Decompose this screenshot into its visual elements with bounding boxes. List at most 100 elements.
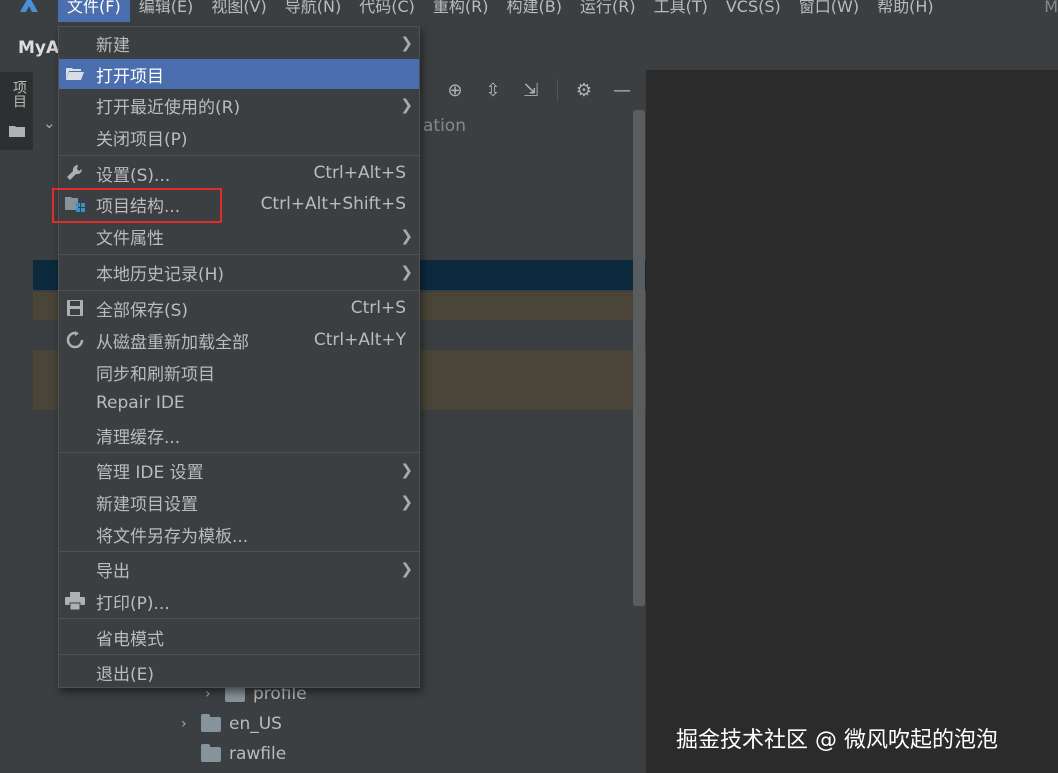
locate-icon[interactable]: ⊕ (443, 78, 467, 102)
menu-item-label: 从磁盘重新加载全部 (96, 332, 249, 353)
menu-item-shortcut: Ctrl+Alt+Shift+S (260, 194, 406, 214)
menu-bar: 文件(F) 编辑(E) 视图(V) 导航(N) 代码(C) 重构(R) 构建(B… (0, 0, 1058, 22)
menu-item-shortcut: Ctrl+Alt+Y (313, 330, 406, 350)
menu-item-label: 打开项目 (96, 66, 164, 87)
menu-separator (59, 155, 419, 156)
window-title: M (1044, 0, 1058, 16)
tree-item-label: rawfile (229, 744, 287, 764)
chevron-right-icon: ❯ (400, 96, 413, 114)
chevron-right-icon: ❯ (400, 461, 413, 479)
menu-item-file-properties[interactable]: 文件属性 ❯ (59, 221, 419, 251)
folder-open-icon (65, 65, 85, 83)
left-tool-strip: 项目 (0, 70, 34, 773)
menu-separator (59, 290, 419, 291)
editor-area[interactable] (646, 70, 1058, 773)
menu-item-label: 清理缓存... (96, 427, 181, 448)
menu-separator (59, 452, 419, 453)
menu-item-local-history[interactable]: 本地历史记录(H) ❯ (59, 257, 419, 287)
menu-item-save-as-template[interactable]: 将文件另存为模板... (59, 519, 419, 549)
menu-separator (59, 551, 419, 552)
menu-separator (59, 618, 419, 619)
menu-item-save-all[interactable]: 全部保存(S) Ctrl+S (59, 293, 419, 323)
watermark: 掘金技术社区 @ 微风吹起的泡泡 (676, 728, 998, 753)
menu-window[interactable]: 窗口(W) (790, 0, 868, 22)
collapse-all-icon[interactable]: ⇲ (519, 78, 543, 102)
menu-edit[interactable]: 编辑(E) (130, 0, 203, 22)
chevron-right-icon: ❯ (400, 493, 413, 511)
menu-refactor[interactable]: 重构(R) (424, 0, 498, 22)
save-icon (65, 299, 85, 317)
menu-item-label: 同步和刷新项目 (96, 364, 215, 385)
file-menu-dropdown: 新建 ❯ 打开项目 打开最近使用的(R) ❯ 关闭项目(P) 设置(S)... … (58, 26, 420, 688)
chevron-right-icon: ❯ (400, 560, 413, 578)
panel-header-actions: ⊕ ⇳ ⇲ ⚙ — (443, 78, 634, 102)
menu-item-new-project-settings[interactable]: 新建项目设置 ❯ (59, 487, 419, 517)
gear-icon[interactable]: ⚙ (572, 78, 596, 102)
menu-item-label: 新建 (96, 35, 130, 56)
menu-vcs[interactable]: VCS(S) (717, 0, 790, 22)
menu-build[interactable]: 构建(B) (498, 0, 571, 22)
menu-item-sync-refresh[interactable]: 同步和刷新项目 (59, 357, 419, 387)
app-logo-icon (0, 0, 58, 22)
menu-item-exit[interactable]: 退出(E) (59, 657, 419, 687)
menu-item-invalidate-caches[interactable]: 清理缓存... (59, 420, 419, 450)
menu-item-label: Repair IDE (96, 393, 185, 413)
divider (557, 79, 558, 101)
chevron-down-icon[interactable]: ⌄ (43, 114, 56, 132)
vertical-scrollbar[interactable] (633, 110, 645, 606)
menu-item-power-save-mode[interactable]: 省电模式 (59, 622, 419, 652)
folder-icon (201, 743, 221, 762)
menu-item-label: 退出(E) (96, 664, 155, 685)
project-tool-tab-label: 项目 (11, 80, 27, 108)
menu-item-label: 省电模式 (96, 629, 164, 650)
reload-icon (65, 331, 85, 349)
chevron-right-icon: ❯ (400, 263, 413, 281)
menu-item-label: 文件属性 (96, 228, 164, 249)
menu-item-export[interactable]: 导出 ❯ (59, 554, 419, 584)
menu-item-close-project[interactable]: 关闭项目(P) (59, 122, 419, 152)
menu-item-label: 将文件另存为模板... (96, 526, 249, 547)
project-tool-tab[interactable]: 项目 (0, 72, 33, 150)
menu-item-label: 全部保存(S) (96, 300, 189, 321)
menu-item-repair-ide[interactable]: Repair IDE (59, 388, 419, 418)
menu-item-open-project[interactable]: 打开项目 (59, 59, 419, 89)
folder-icon (9, 126, 25, 137)
menu-navigate[interactable]: 导航(N) (276, 0, 350, 22)
annotation-highlight-box (52, 188, 222, 223)
menu-item-label: 导出 (96, 561, 130, 582)
wrench-icon (65, 164, 85, 182)
menu-view[interactable]: 视图(V) (202, 0, 275, 22)
project-name[interactable]: MyA (18, 38, 59, 58)
chevron-right-icon: ❯ (400, 34, 413, 52)
menu-help[interactable]: 帮助(H) (868, 0, 943, 22)
menu-item-label: 管理 IDE 设置 (96, 462, 204, 483)
menu-item-manage-ide-settings[interactable]: 管理 IDE 设置 ❯ (59, 455, 419, 485)
menu-item-open-recent[interactable]: 打开最近使用的(R) ❯ (59, 90, 419, 120)
menu-item-label: 新建项目设置 (96, 494, 198, 515)
chevron-right-icon: ❯ (400, 227, 413, 245)
expand-all-icon[interactable]: ⇳ (481, 78, 505, 102)
menu-item-settings[interactable]: 设置(S)... Ctrl+Alt+S (59, 158, 419, 188)
tree-root-partial-label: ation (423, 116, 466, 136)
folder-icon (201, 713, 221, 732)
menu-item-label: 本地历史记录(H) (96, 264, 225, 285)
menu-item-label: 设置(S)... (96, 165, 171, 186)
menu-separator (59, 254, 419, 255)
folder-icon (225, 683, 245, 702)
tree-item[interactable]: › en_US (181, 713, 282, 734)
menu-run[interactable]: 运行(R) (571, 0, 645, 22)
menu-item-print[interactable]: 打印(P)... (59, 586, 419, 616)
menu-item-reload-all[interactable]: 从磁盘重新加载全部 Ctrl+Alt+Y (59, 325, 419, 355)
menu-file[interactable]: 文件(F) (58, 0, 130, 22)
tree-item[interactable]: rawfile (181, 743, 287, 764)
minimize-icon[interactable]: — (610, 78, 634, 102)
chevron-right-icon[interactable]: › (205, 686, 217, 702)
menu-item-label: 打开最近使用的(R) (96, 97, 241, 118)
menu-item-shortcut: Ctrl+Alt+S (313, 163, 406, 183)
menu-item-new[interactable]: 新建 ❯ (59, 28, 419, 58)
menu-item-shortcut: Ctrl+S (350, 298, 406, 318)
chevron-right-icon[interactable]: › (181, 716, 193, 732)
menu-code[interactable]: 代码(C) (350, 0, 424, 22)
menu-tools[interactable]: 工具(T) (645, 0, 717, 22)
menu-item-label: 关闭项目(P) (96, 129, 188, 150)
